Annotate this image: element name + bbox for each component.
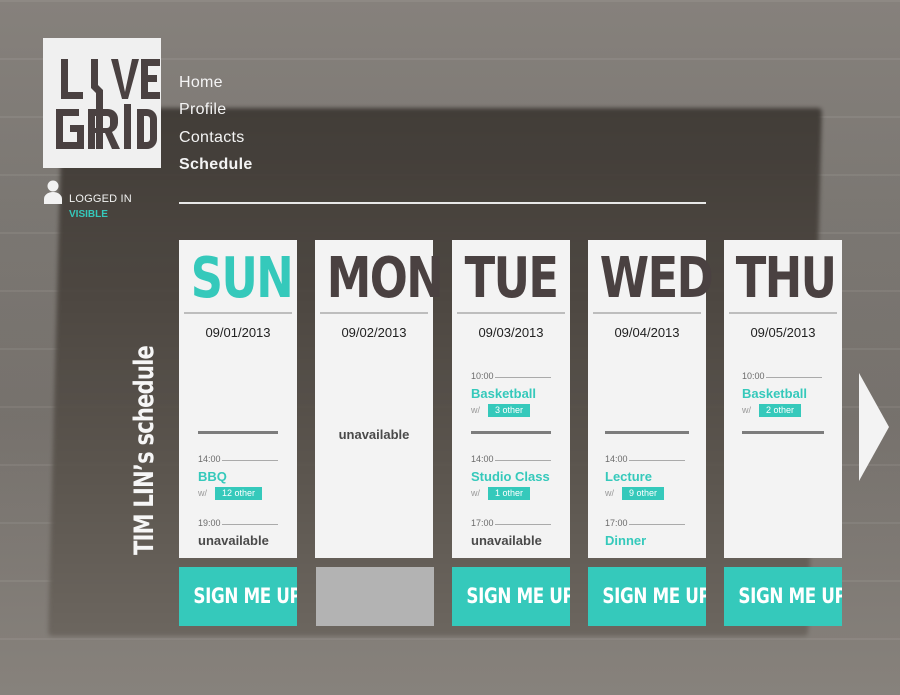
day-rule [593, 312, 701, 314]
event-time: 10:00 [742, 371, 832, 382]
event-title: Basketball [742, 386, 808, 401]
day-name: THU [735, 246, 837, 311]
main-nav: Home Profile Contacts Schedule [179, 72, 253, 181]
event-time: 17:00 [471, 518, 561, 529]
day-rule [729, 312, 837, 314]
day-name: SUN [190, 246, 294, 311]
event-time: 10:00 [471, 371, 561, 382]
event-time: 14:00 [198, 454, 288, 465]
chevron-right-icon[interactable] [857, 373, 891, 481]
event-divider [198, 431, 278, 434]
day-date: 09/02/2013 [341, 325, 407, 340]
event-attendees: w/ 9 other [605, 487, 695, 500]
signup-button-sun[interactable]: SIGN ME UP! [179, 567, 297, 626]
logged-in-label: LOGGED IN [69, 193, 132, 205]
day-card-wed: WED 09/04/2013 14:00 Lecture w/ 9 other … [588, 240, 714, 558]
day-date: 09/05/2013 [750, 325, 816, 340]
event-divider [742, 431, 824, 434]
day-card-sun: SUN 09/01/2013 14:00 BBQ w/ 12 other 19:… [179, 240, 297, 558]
day-date: 09/03/2013 [478, 325, 544, 340]
day-name: WED [599, 246, 714, 311]
nav-item-contacts[interactable]: Contacts [179, 127, 253, 154]
nav-item-schedule[interactable]: Schedule [179, 154, 253, 181]
event-time: 17:00 [605, 518, 695, 529]
event-item[interactable]: 17:00 Dinner [605, 518, 695, 548]
day-rule [184, 312, 292, 314]
event-title: Lecture [605, 469, 652, 484]
day-card-thu: THU 09/05/2013 10:00 Basketball w/ 2 oth… [724, 240, 842, 558]
day-date: 09/04/2013 [614, 325, 680, 340]
event-attendees: w/ 3 other [471, 404, 561, 417]
event-title: Dinner [605, 533, 647, 548]
day-name: MON [326, 246, 444, 311]
event-time: 14:00 [471, 454, 561, 465]
nav-item-home[interactable]: Home [179, 72, 253, 99]
visibility-status[interactable]: VISIBLE [69, 209, 108, 220]
event-title: BBQ [198, 469, 227, 484]
event-attendees: w/ 12 other [198, 487, 288, 500]
event-attendees: w/ 1 other [471, 487, 561, 500]
attendee-count-badge[interactable]: 1 other [488, 487, 531, 500]
event-item: 19:00 unavailable [198, 518, 288, 548]
nav-item-profile[interactable]: Profile [179, 99, 253, 126]
signup-button-tue[interactable]: SIGN ME UP! [452, 567, 570, 626]
day-card-tue: TUE 09/03/2013 10:00 Basketball w/ 3 oth… [452, 240, 570, 558]
event-time: 14:00 [605, 454, 695, 465]
event-item[interactable]: 14:00 BBQ w/ 12 other [198, 454, 288, 500]
event-title: unavailable [198, 533, 269, 548]
day-rule [457, 312, 565, 314]
event-attendees: w/ 2 other [742, 404, 832, 417]
event-item: 17:00 unavailable [471, 518, 561, 548]
event-title: Studio Class [471, 469, 550, 484]
attendee-count-badge[interactable]: 2 other [759, 404, 802, 417]
attendee-count-badge[interactable]: 3 other [488, 404, 531, 417]
event-item[interactable]: 14:00 Lecture w/ 9 other [605, 454, 695, 500]
day-status: unavailable [338, 427, 410, 442]
event-title: Basketball [471, 386, 537, 401]
signup-button-wed[interactable]: SIGN ME UP! [588, 567, 706, 626]
event-time: 19:00 [198, 518, 288, 529]
schedule-title: TIM LIN’s schedule [129, 345, 160, 555]
day-rule [320, 312, 428, 314]
event-divider [471, 431, 551, 434]
event-item[interactable]: 10:00 Basketball w/ 2 other [742, 371, 832, 417]
nav-divider [179, 202, 706, 204]
user-icon [44, 180, 62, 204]
event-divider [605, 431, 689, 434]
attendee-count-badge[interactable]: 9 other [622, 487, 665, 500]
event-item[interactable]: 10:00 Basketball w/ 3 other [471, 371, 561, 417]
day-date: 09/01/2013 [205, 325, 271, 340]
live-grid-logo[interactable] [43, 38, 161, 168]
event-title: unavailable [471, 533, 542, 548]
attendee-count-badge[interactable]: 12 other [215, 487, 263, 500]
day-card-mon: MON 09/02/2013 unavailable [315, 240, 444, 558]
signup-button-mon-disabled [316, 567, 434, 626]
signup-button-thu[interactable]: SIGN ME UP! [724, 567, 842, 626]
event-item[interactable]: 14:00 Studio Class w/ 1 other [471, 454, 561, 500]
day-name: TUE [464, 246, 559, 311]
